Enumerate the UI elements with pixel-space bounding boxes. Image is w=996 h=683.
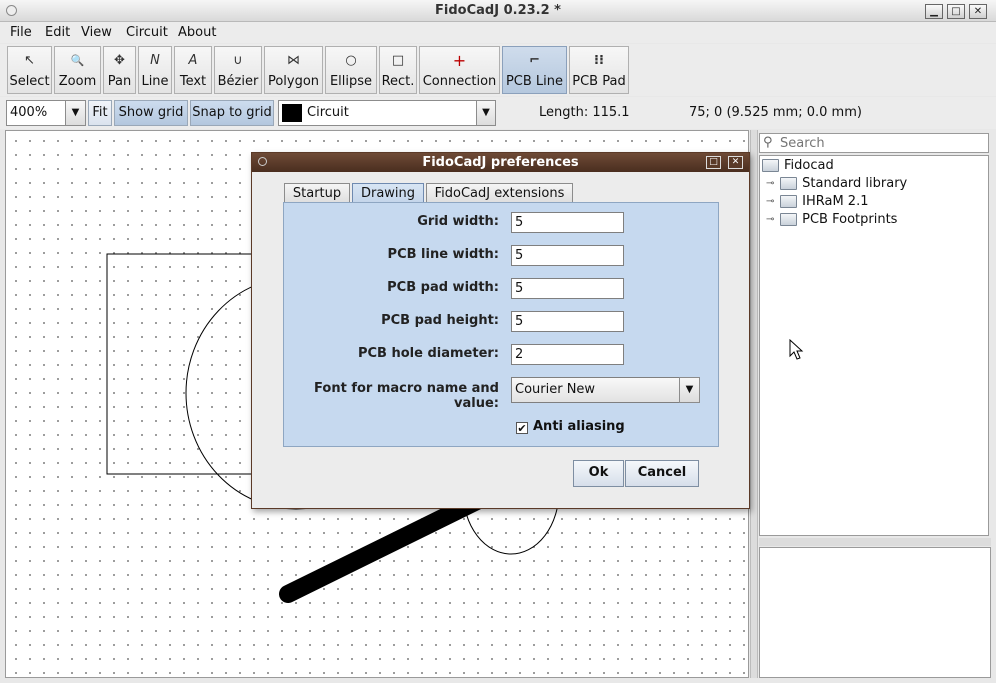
dialog-close-icon[interactable]: ✕ [728, 156, 743, 169]
zoom-field[interactable]: 400% [6, 100, 66, 126]
move-cross-icon: ✥ [114, 53, 125, 68]
tool-line-button[interactable]: N Line [138, 46, 172, 94]
close-icon[interactable]: ✕ [969, 4, 987, 19]
pcb-pad-height-input[interactable]: 5 [511, 311, 624, 332]
vertical-split-handle[interactable] [750, 130, 758, 678]
drawn-pcb-line [279, 490, 490, 603]
menu-about[interactable]: About [178, 25, 216, 40]
expand-icon[interactable]: ⊸ [766, 178, 776, 189]
line-tool-icon: N [150, 53, 160, 68]
magnifier-icon: 🔍 [70, 54, 85, 67]
library-search-field[interactable]: ⚲ [759, 133, 989, 153]
ok-button[interactable]: Ok [573, 460, 624, 487]
tool-bezier-button[interactable]: ∪ Bézier [214, 46, 262, 94]
tool-rect-button[interactable]: □ Rect. [379, 46, 417, 94]
pcb-pad-icon: ⁝⁝ [594, 53, 604, 68]
horizontal-split-handle[interactable] [759, 538, 991, 546]
pcb-line-width-input[interactable]: 5 [511, 245, 624, 266]
pcb-pad-width-label: PCB pad width: [387, 280, 499, 295]
text-tool-icon: A [188, 53, 198, 68]
tool-pcb-line-button[interactable]: ⌐ PCB Line [502, 46, 567, 94]
dialog-maximize-icon[interactable]: □ [706, 156, 721, 169]
search-input[interactable] [778, 135, 978, 151]
tool-connection-button[interactable]: + Connection [419, 46, 500, 94]
pcb-line-icon: ⌐ [529, 53, 540, 68]
tool-pcb-pad-button[interactable]: ⁝⁝ PCB Pad [569, 46, 629, 94]
preferences-dialog: FidoCadJ preferences □ ✕ Startup Drawing… [251, 152, 750, 509]
expand-icon[interactable]: ⊸ [766, 214, 776, 225]
pcb-pad-width-input[interactable]: 5 [511, 278, 624, 299]
layer-dropdown-arrow-icon[interactable]: ▼ [476, 100, 496, 126]
pcb-line-width-label: PCB line width: [387, 247, 499, 262]
layer-color-swatch [282, 104, 302, 122]
tool-ellipse-button[interactable]: ○ Ellipse [325, 46, 377, 94]
font-label: Font for macro name and value: [314, 381, 499, 411]
tool-pan-button[interactable]: ✥ Pan [103, 46, 136, 94]
drawing-tab-panel: Grid width: 5 PCB line width: 5 PCB pad … [283, 202, 719, 447]
connection-plus-icon: + [452, 51, 467, 70]
expand-icon[interactable]: ⊸ [766, 196, 776, 207]
tool-polygon-button[interactable]: ⋈ Polygon [264, 46, 323, 94]
menu-circuit[interactable]: Circuit [126, 25, 168, 40]
minimize-icon[interactable]: ▁ [925, 4, 943, 19]
tree-item-pcb-footprints[interactable]: ⊸ PCB Footprints [766, 212, 897, 227]
component-preview-panel [759, 547, 991, 678]
snap-to-grid-toggle[interactable]: Snap to grid [190, 100, 274, 126]
fit-button[interactable]: Fit [88, 100, 112, 126]
tab-startup[interactable]: Startup [284, 183, 350, 203]
zoom-dropdown-arrow-icon[interactable]: ▼ [65, 100, 86, 126]
dialog-title-bar[interactable]: FidoCadJ preferences □ ✕ [252, 153, 749, 172]
anti-aliasing-label: Anti aliasing [533, 419, 625, 434]
cancel-button[interactable]: Cancel [625, 460, 699, 487]
pcb-pad-height-label: PCB pad height: [381, 313, 499, 328]
tool-bar: ↖ Select 🔍 Zoom ✥ Pan N Line A Text ∪ Bé… [0, 44, 996, 96]
font-select[interactable]: Courier New [511, 377, 683, 403]
pcb-hole-diameter-label: PCB hole diameter: [357, 346, 499, 361]
menu-edit[interactable]: Edit [45, 25, 70, 40]
folder-open-icon [762, 159, 779, 172]
show-grid-toggle[interactable]: Show grid [114, 100, 188, 126]
option-bar: 400% ▼ Fit Show grid Snap to grid Circui… [0, 97, 996, 129]
anti-aliasing-checkbox[interactable]: ✔ [516, 422, 528, 434]
bezier-curve-icon: ∪ [233, 53, 243, 68]
tree-root[interactable]: Fidocad [762, 158, 834, 173]
layer-select[interactable]: Circuit [278, 100, 477, 126]
window-title: FidoCadJ 0.23.2 * [435, 3, 561, 18]
pcb-hole-diameter-input[interactable]: 2 [511, 344, 624, 365]
polygon-icon: ⋈ [287, 53, 300, 68]
length-readout: Length: 115.1 [539, 105, 630, 120]
grid-width-input[interactable]: 5 [511, 212, 624, 233]
coordinates-readout: 75; 0 (9.525 mm; 0.0 mm) [689, 105, 862, 120]
dialog-title: FidoCadJ preferences [422, 155, 579, 170]
tool-zoom-button[interactable]: 🔍 Zoom [54, 46, 101, 94]
rectangle-icon: □ [391, 53, 405, 68]
tree-item-ihram[interactable]: ⊸ IHRaM 2.1 [766, 194, 869, 209]
tool-select-button[interactable]: ↖ Select [7, 46, 52, 94]
maximize-icon[interactable]: □ [947, 4, 965, 19]
folder-icon [780, 195, 798, 208]
tool-text-button[interactable]: A Text [174, 46, 212, 94]
grid-width-label: Grid width: [417, 214, 499, 229]
tab-fidocadj-extensions[interactable]: FidoCadJ extensions [426, 183, 573, 203]
mouse-cursor-icon [789, 339, 804, 360]
window-title-bar: FidoCadJ 0.23.2 * ▁ □ ✕ [0, 0, 996, 22]
layer-name: Circuit [307, 105, 349, 120]
library-tree[interactable]: Fidocad ⊸ Standard library ⊸ IHRaM 2.1 ⊸… [759, 155, 989, 536]
ellipse-icon: ○ [345, 53, 357, 68]
tab-drawing[interactable]: Drawing [352, 183, 424, 203]
font-dropdown-arrow-icon[interactable]: ▼ [679, 377, 700, 403]
search-icon: ⚲ [763, 135, 773, 150]
folder-icon [780, 177, 798, 190]
folder-icon [780, 213, 798, 226]
menu-view[interactable]: View [81, 25, 112, 40]
menu-file[interactable]: File [10, 25, 32, 40]
select-arrow-icon: ↖ [24, 53, 35, 68]
menu-bar: File Edit View Circuit About [0, 22, 996, 43]
tree-item-standard-library[interactable]: ⊸ Standard library [766, 176, 907, 191]
